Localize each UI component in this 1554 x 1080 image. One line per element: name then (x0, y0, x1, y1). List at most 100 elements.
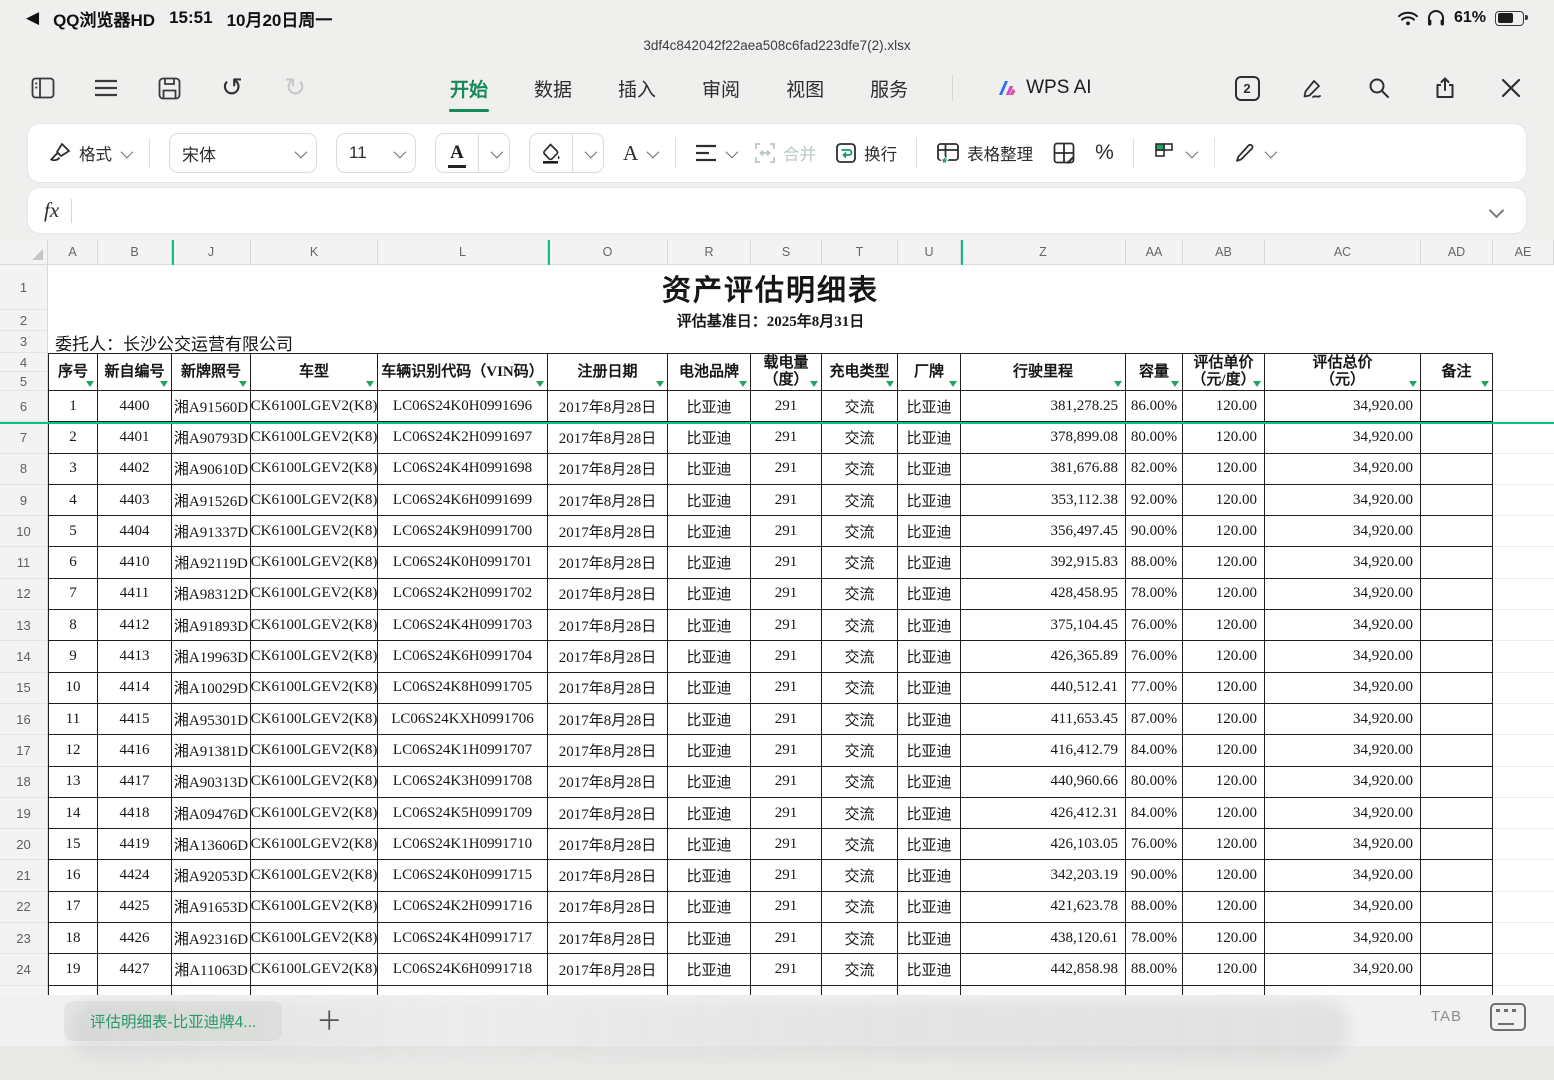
format-painter-button[interactable]: 格式 (48, 141, 130, 165)
cell[interactable] (1421, 547, 1493, 578)
row-number-4[interactable]: 4 (0, 353, 47, 372)
header-cell[interactable]: 厂牌 (898, 353, 961, 391)
row-number-23[interactable]: 23 (0, 923, 47, 954)
cell[interactable]: 4416 (98, 735, 172, 766)
redo-icon[interactable]: ↻ (280, 73, 310, 103)
cell[interactable]: 426,103.05 (961, 829, 1126, 860)
cell[interactable]: 442,858.98 (961, 954, 1126, 985)
cell[interactable]: 2017年8月28日 (548, 704, 668, 735)
filter-dropdown-icon[interactable] (1481, 381, 1489, 387)
cell[interactable]: LC06S24K2H0991716 (378, 892, 548, 923)
row-number-9[interactable]: 9 (0, 485, 47, 516)
cell[interactable]: 2017年8月28日 (548, 454, 668, 485)
cell[interactable]: 交流 (822, 767, 898, 798)
cell[interactable]: 120.00 (1183, 892, 1265, 923)
cell[interactable]: 4403 (98, 485, 172, 516)
cell[interactable]: 比亚迪 (898, 454, 961, 485)
cell[interactable]: 18 (48, 923, 98, 954)
tab-data[interactable]: 数据 (532, 69, 574, 108)
column-header-T[interactable]: T (822, 240, 898, 264)
cell[interactable]: 291 (751, 704, 822, 735)
cell[interactable] (98, 986, 172, 995)
cell[interactable]: 4425 (98, 892, 172, 923)
cell[interactable]: 比亚迪 (668, 641, 751, 672)
merge-cells-button[interactable]: 合并 (754, 141, 816, 165)
header-cell[interactable]: 评估单价（元/度） (1183, 353, 1265, 391)
formula-input[interactable] (72, 188, 1491, 233)
row-number-14[interactable]: 14 (0, 641, 47, 672)
cell[interactable]: 4417 (98, 767, 172, 798)
empty-cell[interactable] (1493, 454, 1554, 485)
header-cell[interactable]: 注册日期 (548, 353, 668, 391)
cell[interactable]: 353,112.38 (961, 485, 1126, 516)
cell[interactable]: CK6100LGEV2(K8) (251, 516, 378, 547)
cell[interactable]: 2017年8月28日 (548, 735, 668, 766)
cell[interactable]: 交流 (822, 454, 898, 485)
cell[interactable]: 2017年8月28日 (548, 516, 668, 547)
row-number-16[interactable]: 16 (0, 704, 47, 735)
empty-cell[interactable] (1493, 391, 1554, 422)
cell[interactable]: 2 (48, 422, 98, 453)
cell[interactable]: 291 (751, 422, 822, 453)
cell[interactable]: 291 (751, 547, 822, 578)
filter-dropdown-icon[interactable] (366, 381, 374, 387)
cell[interactable]: 120.00 (1183, 579, 1265, 610)
cell[interactable]: 2017年8月28日 (548, 485, 668, 516)
cell[interactable]: CK6100LGEV2(K8) (251, 767, 378, 798)
cell[interactable]: 交流 (822, 579, 898, 610)
cell[interactable]: 291 (751, 673, 822, 704)
cell[interactable]: CK6100LGEV2(K8) (251, 422, 378, 453)
cell[interactable] (1421, 829, 1493, 860)
cell[interactable]: 4413 (98, 641, 172, 672)
cell[interactable]: 湘A90793D (172, 422, 251, 453)
cell[interactable] (751, 986, 822, 995)
cell[interactable]: 438,120.61 (961, 923, 1126, 954)
cell[interactable]: 比亚迪 (668, 547, 751, 578)
cell[interactable]: 34,920.00 (1265, 673, 1421, 704)
empty-cell[interactable] (1493, 829, 1554, 860)
cell[interactable]: 比亚迪 (898, 767, 961, 798)
cell[interactable]: LC06S24K0H0991701 (378, 547, 548, 578)
filter-dropdown-icon[interactable] (1409, 381, 1417, 387)
cell[interactable]: 比亚迪 (898, 704, 961, 735)
cell[interactable]: 交流 (822, 485, 898, 516)
cell[interactable]: 比亚迪 (898, 735, 961, 766)
tab-review[interactable]: 审阅 (700, 69, 742, 108)
cell[interactable]: 34,920.00 (1265, 704, 1421, 735)
empty-cell[interactable] (1493, 767, 1554, 798)
cell[interactable]: LC06S24K0H0991696 (378, 391, 548, 422)
filter-dropdown-icon[interactable] (949, 381, 957, 387)
cell[interactable]: 291 (751, 391, 822, 422)
cell[interactable]: 82.00% (1126, 454, 1183, 485)
cell[interactable] (1183, 986, 1265, 995)
wps-ai-button[interactable]: WPS AI (995, 77, 1091, 99)
cell[interactable]: 375,104.45 (961, 610, 1126, 641)
header-cell[interactable]: 车辆识别代码（VIN码） (378, 353, 548, 391)
cell[interactable] (1421, 485, 1493, 516)
cell[interactable]: 120.00 (1183, 422, 1265, 453)
cell[interactable]: LC06S24K6H0991718 (378, 954, 548, 985)
header-cell[interactable]: 车型 (251, 353, 378, 391)
cell[interactable]: 交流 (822, 954, 898, 985)
cell[interactable]: 交流 (822, 422, 898, 453)
filter-dropdown-icon[interactable] (656, 381, 664, 387)
row-number-6[interactable]: 6 (0, 391, 47, 422)
filter-dropdown-icon[interactable] (160, 381, 168, 387)
filter-dropdown-icon[interactable] (536, 381, 544, 387)
cell[interactable]: 120.00 (1183, 860, 1265, 891)
cell[interactable]: 34,920.00 (1265, 641, 1421, 672)
empty-cell[interactable] (1493, 485, 1554, 516)
cell[interactable]: 426,365.89 (961, 641, 1126, 672)
cell[interactable]: LC06S24K4H0991698 (378, 454, 548, 485)
row-number-12[interactable]: 12 (0, 579, 47, 610)
column-header-AB[interactable]: AB (1183, 240, 1265, 264)
header-cell[interactable]: 载电量（度） (751, 353, 822, 391)
cell[interactable]: 76.00% (1126, 641, 1183, 672)
cell[interactable]: CK6100LGEV2(K8) (251, 704, 378, 735)
filter-dropdown-icon[interactable] (86, 381, 94, 387)
cell[interactable]: 4401 (98, 422, 172, 453)
cell[interactable]: 34,920.00 (1265, 454, 1421, 485)
cell[interactable]: 4 (48, 485, 98, 516)
cell[interactable]: 湘A19963D (172, 641, 251, 672)
cell[interactable]: 交流 (822, 547, 898, 578)
